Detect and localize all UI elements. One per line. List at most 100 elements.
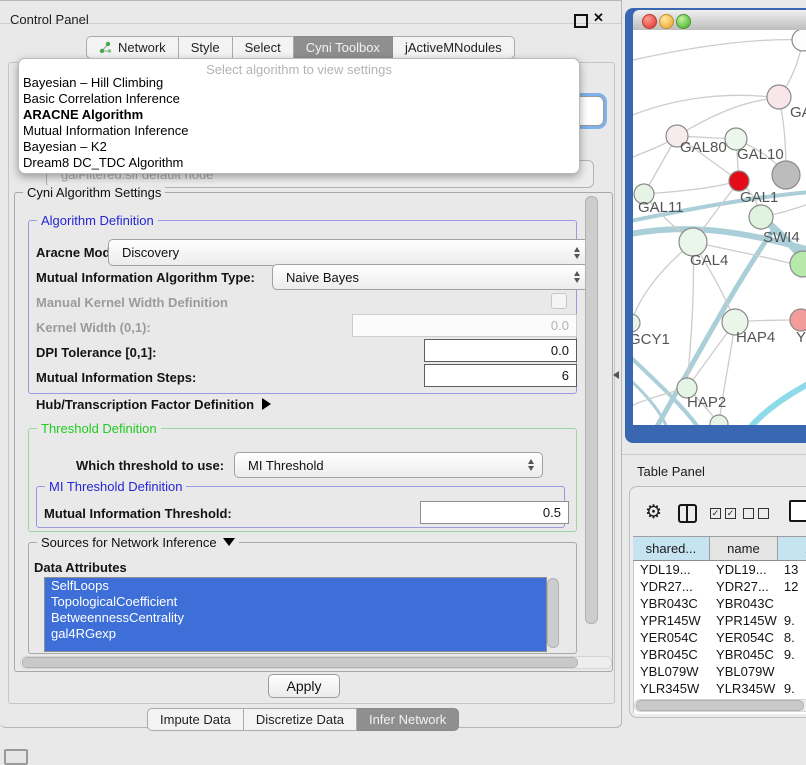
network-edge[interactable] [633, 375, 668, 425]
control-panel-titlebar [0, 0, 621, 24]
network-node[interactable] [790, 251, 806, 277]
table-horizontal-scrollbar[interactable] [636, 700, 804, 711]
select-all-checkboxes-icon[interactable]: ✓✓ [710, 508, 736, 519]
table-row[interactable]: YPR145WYPR145W9. [634, 612, 806, 629]
table-cell: YER054C [634, 629, 710, 646]
dpi-tolerance-field[interactable]: 0.0 [424, 339, 577, 362]
minimize-traffic-light-icon[interactable] [659, 14, 674, 29]
attribute-item-topologicalcoefficient[interactable]: TopologicalCoefficient [45, 594, 546, 610]
kernel-width-field[interactable]: 0.0 [352, 314, 577, 337]
network-edge[interactable] [644, 181, 739, 194]
attribute-item-gal4rgexp[interactable]: gal4RGexp [45, 626, 546, 642]
control-panel-title: Control Panel [10, 12, 89, 27]
data-attributes-list[interactable]: SelfLoopsTopologicalCoefficientBetweenne… [44, 577, 547, 652]
new-table-icon[interactable] [789, 500, 806, 522]
tab-impute-data[interactable]: Impute Data [147, 708, 244, 731]
network-node-y[interactable] [790, 309, 806, 331]
tab-select[interactable]: Select [233, 36, 294, 59]
manual-kernel-width-checkbox[interactable] [551, 293, 567, 309]
network-edge[interactable] [677, 98, 779, 136]
gear-icon[interactable]: ⚙ [645, 501, 662, 524]
attribute-item-selfloops[interactable]: SelfLoops [45, 578, 546, 594]
table-panel-separator [622, 454, 806, 455]
network-edge[interactable] [633, 95, 779, 118]
network-node-gal1[interactable] [729, 171, 749, 191]
table-cell: YDR27... [710, 578, 778, 595]
combo-stepper-icon [574, 247, 580, 259]
settings-vertical-scrollbar[interactable] [585, 196, 598, 624]
tab-label: Select [245, 40, 281, 55]
settings-horizontal-scrollbar[interactable] [22, 657, 578, 668]
sources-group-title[interactable]: Sources for Network Inference [37, 535, 239, 550]
algorithm-dropdown-popup: Select algorithm to view settings Bayesi… [18, 58, 580, 174]
table-row[interactable]: YER054CYER054C8. [634, 629, 806, 646]
network-edge[interactable] [633, 242, 693, 323]
tab-infer-network[interactable]: Infer Network [357, 708, 459, 731]
tab-discretize-data[interactable]: Discretize Data [244, 708, 357, 731]
expanded-arrow-icon [223, 538, 235, 546]
network-node[interactable] [792, 30, 806, 51]
network-node-gal[interactable] [767, 85, 791, 109]
network-graph[interactable]: GALGAL80GAL10GAL1GAL11SWI4GAL4GCY1HAP4YH… [633, 30, 806, 425]
mi-algorithm-type-combobox[interactable]: Naive Bayes [272, 264, 589, 290]
aracne-mode-value: Discovery [122, 245, 179, 260]
column-header-name[interactable]: name [710, 536, 778, 561]
table-cell: YBR043C [710, 595, 778, 612]
tab-cyni-toolbox[interactable]: Cyni Toolbox [294, 36, 393, 59]
apply-button-label: Apply [286, 678, 321, 694]
node-label-gal10: GAL10 [737, 146, 784, 163]
float-window-icon[interactable] [574, 14, 588, 28]
node-label-gal4: GAL4 [690, 252, 728, 269]
tab-jactivemnodules[interactable]: jActiveMNodules [393, 36, 515, 59]
deselect-all-checkboxes-icon[interactable] [743, 508, 769, 519]
tab-style[interactable]: Style [179, 36, 233, 59]
table-cell: YDR27... [634, 578, 710, 595]
tab-network[interactable]: Network [86, 36, 179, 59]
attribute-item-betweennesscentrality[interactable]: BetweennessCentrality [45, 610, 546, 626]
columns-icon[interactable] [678, 504, 697, 523]
node-label-y: Y [796, 329, 806, 346]
node-label-gal: GAL [790, 104, 806, 121]
apply-button[interactable]: Apply [268, 674, 340, 698]
column-header-a[interactable]: A [778, 536, 806, 561]
collapsed-arrow-icon [262, 398, 271, 410]
algorithm-option-mutual-information-inference[interactable]: Mutual Information Inference [21, 123, 573, 139]
node-table: shared...nameA YDL19...YDL19...13YDR27..… [633, 536, 806, 714]
network-node-swi4[interactable] [749, 205, 773, 229]
tab-label: Network [118, 40, 166, 55]
mi-threshold-field[interactable]: 0.5 [420, 501, 569, 524]
hub-definition-toggle[interactable]: Hub/Transcription Factor Definition [36, 397, 271, 412]
table-row[interactable]: YBR043CYBR043C [634, 595, 806, 612]
panel-resize-handle[interactable] [613, 371, 619, 379]
combo-stepper-icon [574, 271, 580, 283]
mi-steps-field[interactable]: 6 [424, 364, 577, 387]
table-row[interactable]: YDR27...YDR27...12 [634, 578, 806, 595]
network-edge[interactable] [633, 40, 802, 60]
node-label-swi4: SWI4 [763, 229, 800, 246]
network-node[interactable] [772, 161, 800, 189]
algorithm-option-aracne-algorithm[interactable]: ARACNE Algorithm [21, 107, 573, 123]
attributes-scrollbar[interactable] [547, 578, 559, 648]
algorithm-option-bayesian-k2[interactable]: Bayesian – K2 [21, 139, 573, 155]
node-label-hap2: HAP2 [687, 394, 726, 411]
dpi-tolerance-label: DPI Tolerance [0,1]: [36, 345, 156, 360]
network-node-gcy1[interactable] [633, 314, 640, 332]
close-icon[interactable]: ✕ [593, 10, 604, 26]
table-header-row: shared...nameA [633, 536, 806, 561]
close-traffic-light-icon[interactable] [642, 14, 657, 29]
tab-label: Cyni Toolbox [306, 40, 380, 55]
aracne-mode-combobox[interactable]: Discovery [108, 239, 589, 266]
algorithm-option-dream8-dc-tdc-algorithm[interactable]: Dream8 DC_TDC Algorithm [21, 155, 573, 171]
table-row[interactable]: YBR045CYBR045C9. [634, 646, 806, 663]
zoom-traffic-light-icon[interactable] [676, 14, 691, 29]
network-edge[interactable] [748, 383, 806, 425]
table-row[interactable]: YDL19...YDL19...13 [634, 561, 806, 578]
column-header-shared[interactable]: shared... [633, 536, 710, 561]
table-row[interactable]: YBL079WYBL079W [634, 663, 806, 680]
which-threshold-combobox[interactable]: MI Threshold [234, 452, 543, 478]
table-row[interactable]: YLR345WYLR345W9. [634, 680, 806, 697]
cyni-bottom-tabs: Impute DataDiscretize DataInfer Network [147, 708, 459, 731]
algorithm-option-bayesian-hill-climbing[interactable]: Bayesian – Hill Climbing [21, 75, 573, 91]
bottom-left-partial-icon[interactable] [4, 749, 28, 765]
algorithm-option-basic-correlation-inference[interactable]: Basic Correlation Inference [21, 91, 573, 107]
